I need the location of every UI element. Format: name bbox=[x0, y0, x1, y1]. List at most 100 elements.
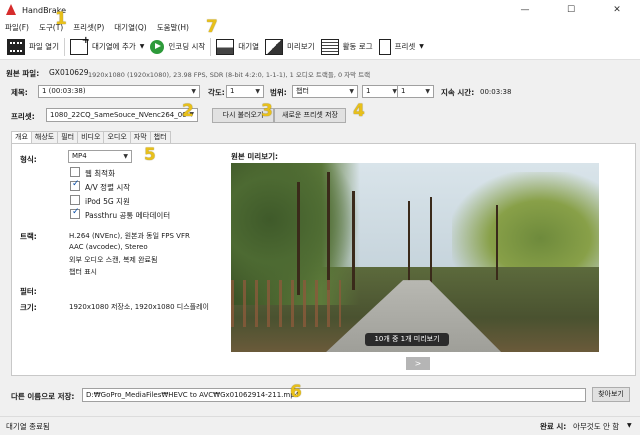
handbrake-app-icon bbox=[5, 4, 17, 16]
tab-filters[interactable]: 필터 bbox=[57, 131, 79, 143]
queue-button[interactable]: 대기열 bbox=[213, 36, 262, 58]
align-av-label: A/V 정렬 시작 bbox=[85, 183, 131, 192]
range-label: 범위: bbox=[270, 88, 287, 97]
presets-button[interactable]: 프리셋 ▼ bbox=[376, 36, 427, 58]
activity-log-icon bbox=[320, 38, 339, 55]
when-done-select[interactable]: 아무것도 안 함 bbox=[573, 421, 619, 432]
close-button[interactable]: ✕ bbox=[594, 0, 640, 20]
duration-label: 지속 시간: bbox=[441, 88, 475, 97]
save-as-label: 다른 이름으로 저장: bbox=[11, 392, 75, 401]
angle-select[interactable]: 1 ▼ bbox=[226, 85, 264, 98]
add-to-queue-button[interactable]: 대기열에 추가 ▼ bbox=[67, 35, 147, 58]
web-optimized-checkbox[interactable] bbox=[70, 167, 80, 177]
format-select-value: MP4 bbox=[72, 152, 87, 160]
add-queue-icon bbox=[69, 35, 90, 55]
film-icon bbox=[7, 38, 25, 55]
when-done-label: 완료 시: bbox=[540, 422, 567, 431]
source-name: GX010629 bbox=[49, 68, 89, 77]
annotation-badge: 5 bbox=[144, 145, 156, 165]
annotation-badge: 6 bbox=[290, 382, 302, 402]
track-item: 외부 오디오 스캔, 복제 완료됨 bbox=[69, 256, 158, 264]
preview-label: 미리보기 bbox=[287, 42, 315, 51]
activity-log-button[interactable]: 활동 로그 bbox=[318, 36, 376, 58]
range-start-select[interactable]: 1 ▼ bbox=[362, 85, 401, 98]
tab-chapters[interactable]: 챕터 bbox=[149, 131, 171, 143]
annotation-badge: 3 bbox=[261, 101, 273, 121]
menu-queue[interactable]: 대기열(Q) bbox=[109, 22, 151, 33]
add-to-queue-label: 대기열에 추가 bbox=[91, 42, 136, 51]
source-label: 원본 파일: bbox=[6, 69, 40, 78]
queue-label: 대기열 bbox=[238, 42, 259, 51]
play-icon bbox=[150, 39, 165, 54]
queue-icon bbox=[216, 38, 235, 55]
menu-file[interactable]: 파일(F) bbox=[0, 22, 34, 33]
title-label: 제목: bbox=[11, 88, 28, 97]
range-type-value: 챕터 bbox=[296, 87, 309, 95]
start-encode-label: 인코딩 시작 bbox=[168, 42, 206, 51]
size-label: 크기: bbox=[20, 303, 37, 312]
queue-status: 대기열 종료됨 bbox=[6, 422, 50, 431]
chevron-down-icon: ▼ bbox=[123, 153, 128, 160]
chevron-down-icon: ▼ bbox=[255, 88, 260, 95]
source-info: 1920x1080 (1920x1080), 23.98 FPS, SDR (8… bbox=[88, 71, 371, 79]
chevron-down-icon: ▼ bbox=[419, 43, 424, 50]
browse-button[interactable]: 찾아보기 bbox=[592, 387, 630, 402]
tab-audio[interactable]: 오디오 bbox=[103, 131, 131, 143]
destination-path-input[interactable]: D:₩GoPro_MediaFiles₩HEVC to AVC₩Gx010629… bbox=[82, 388, 586, 402]
range-end-value: 1 bbox=[401, 87, 406, 95]
size-value: 1920x1080 저장소, 1920x1080 디스플레이 bbox=[69, 303, 209, 311]
range-end-select[interactable]: 1 ▼ bbox=[397, 85, 434, 98]
settings-tabs: 개요 해상도 필터 비디오 오디오 자막 챕터 bbox=[11, 131, 171, 144]
preset-label: 프리셋: bbox=[11, 112, 35, 121]
range-start-value: 1 bbox=[366, 87, 371, 95]
chevron-down-icon: ▼ bbox=[191, 88, 196, 95]
toolbar-separator bbox=[63, 37, 65, 56]
web-optimized-label: 웹 최적화 bbox=[85, 169, 115, 178]
presets-label: 프리셋 bbox=[394, 42, 416, 51]
tab-subtitles[interactable]: 자막 bbox=[129, 131, 151, 143]
menu-presets[interactable]: 프리셋(P) bbox=[68, 22, 109, 33]
passthru-metadata-checkbox[interactable] bbox=[70, 207, 80, 219]
passthru-metadata-label: Passthru 공통 메타데이터 bbox=[85, 211, 171, 220]
open-source-button[interactable]: 파일 열기 bbox=[4, 36, 62, 58]
tab-video[interactable]: 비디오 bbox=[77, 131, 105, 143]
preview-icon bbox=[265, 38, 283, 55]
ipod-5g-label: iPod 5G 지원 bbox=[85, 197, 130, 206]
maximize-button[interactable]: ☐ bbox=[548, 0, 594, 20]
preview-counter: 10개 중 1개 미리보기 bbox=[365, 333, 449, 346]
align-av-checkbox[interactable] bbox=[70, 179, 80, 191]
menu-help[interactable]: 도움말(H) bbox=[152, 22, 194, 33]
chevron-down-icon[interactable]: ▼ bbox=[140, 43, 145, 50]
tracks-label: 트랙: bbox=[20, 232, 37, 241]
start-encode-button[interactable]: 인코딩 시작 bbox=[147, 36, 208, 58]
preset-select[interactable]: 1080_22CQ_SameSouce_NVenc264_00 ▼ bbox=[46, 108, 198, 122]
chevron-down-icon[interactable]: ▼ bbox=[627, 422, 632, 429]
annotation-badge: 1 bbox=[55, 9, 67, 29]
angle-select-value: 1 bbox=[230, 87, 235, 95]
open-source-label: 파일 열기 bbox=[29, 42, 59, 51]
preview-button[interactable]: 미리보기 bbox=[262, 36, 318, 58]
ipod-5g-checkbox[interactable] bbox=[70, 195, 80, 205]
annotation-badge: 4 bbox=[353, 101, 365, 121]
preset-select-value: 1080_22CQ_SameSouce_NVenc264_00 bbox=[50, 111, 187, 119]
format-select[interactable]: MP4 ▼ bbox=[68, 150, 132, 163]
minimize-button[interactable]: — bbox=[502, 0, 548, 20]
chevron-down-icon: ▼ bbox=[425, 88, 430, 95]
activity-log-label: 활동 로그 bbox=[342, 42, 373, 51]
next-preview-button[interactable]: > bbox=[406, 357, 430, 370]
save-new-preset-button[interactable]: 새로운 프리셋 저장 bbox=[274, 108, 346, 123]
range-type-select[interactable]: 챕터 ▼ bbox=[292, 85, 358, 98]
source-preview-label: 원본 미리보기: bbox=[231, 152, 279, 161]
track-item: AAC (avcodec), Stereo bbox=[69, 243, 148, 251]
preset-list-icon bbox=[378, 38, 391, 55]
filters-label: 필터: bbox=[20, 287, 37, 296]
title-select[interactable]: 1 (00:03:38) ▼ bbox=[38, 85, 200, 98]
duration-value: 00:03:38 bbox=[480, 88, 512, 96]
annotation-badge: 7 bbox=[206, 17, 218, 37]
title-bar: HandBrake — ☐ ✕ bbox=[0, 0, 640, 20]
menu-bar: 파일(F) 도구(T) 프리셋(P) 대기열(Q) 도움말(H) bbox=[0, 20, 640, 34]
tab-dimensions[interactable]: 해상도 bbox=[30, 131, 59, 143]
chevron-down-icon: ▼ bbox=[349, 88, 354, 95]
toolbar: 파일 열기 대기열에 추가 ▼ 인코딩 시작 대기열 미리보기 활동 로그 프리… bbox=[0, 34, 640, 60]
angle-label: 각도: bbox=[208, 88, 225, 97]
